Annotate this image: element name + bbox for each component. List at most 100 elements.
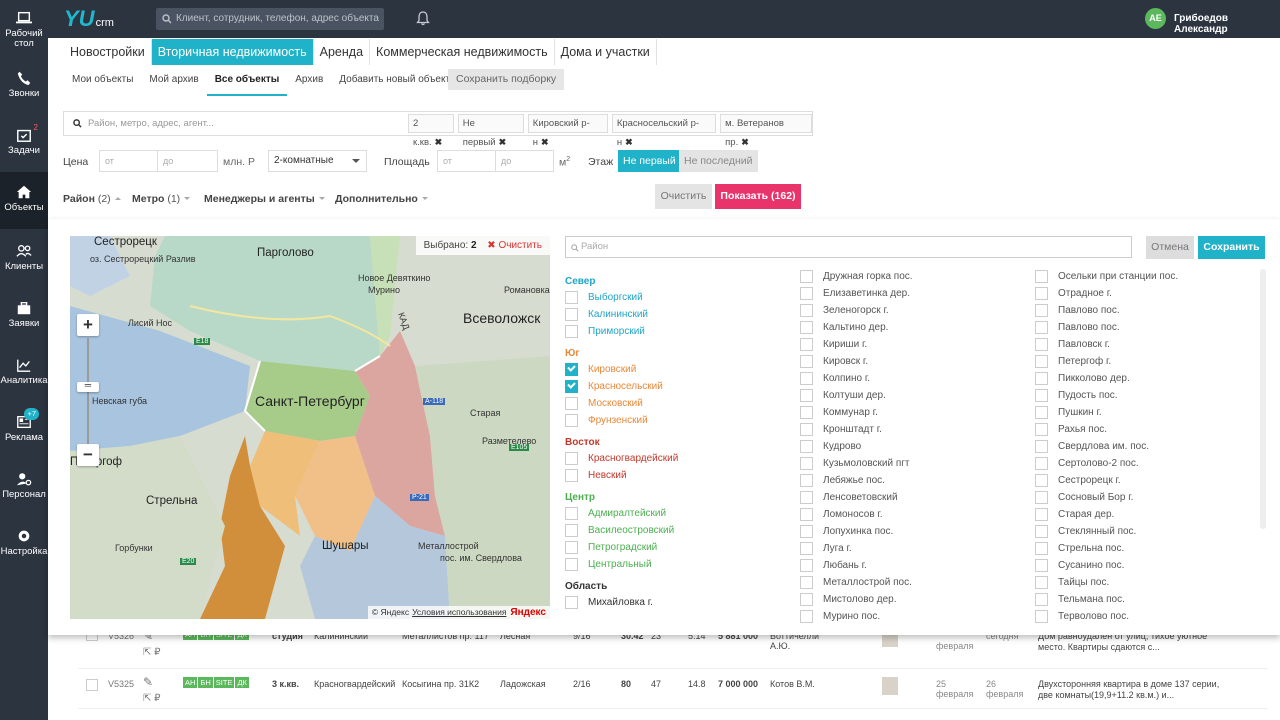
map-clear-button[interactable]: ✖ Очистить	[487, 240, 542, 251]
locality-checkbox[interactable]: Луга г.	[800, 541, 913, 558]
locality-checkbox[interactable]: Рахья пос.	[1035, 422, 1178, 439]
close-icon[interactable]: ✖	[625, 137, 633, 147]
zoom-out-button[interactable]: −	[77, 444, 99, 466]
user-name[interactable]: Грибоедов Александр	[1174, 13, 1280, 35]
locality-checkbox[interactable]: Свердлова им. пос.	[1035, 439, 1178, 456]
locality-checkbox[interactable]: Ленсоветовский	[800, 490, 913, 507]
logo[interactable]: YUcrm	[64, 6, 114, 32]
locality-checkbox[interactable]: Осельки при станции пос.	[1035, 269, 1178, 286]
locality-checkbox[interactable]: Петергоф г.	[1035, 354, 1178, 371]
locality-checkbox[interactable]: Пушкин г.	[1035, 405, 1178, 422]
district-checkbox[interactable]: Адмиралтейский	[565, 506, 678, 523]
locality-checkbox[interactable]: Сусанино пос.	[1035, 558, 1178, 575]
subtab-add-object[interactable]: Добавить новый объект	[331, 70, 458, 96]
locality-checkbox[interactable]: Стрельна пос.	[1035, 541, 1178, 558]
photo-thumbnail[interactable]	[882, 677, 898, 695]
open-icon[interactable]: ⇱ ₽	[143, 693, 161, 704]
locality-checkbox[interactable]: Кировск г.	[800, 354, 913, 371]
close-icon[interactable]: ✖	[435, 137, 443, 147]
area-from-input[interactable]: от	[437, 150, 496, 172]
locality-checkbox[interactable]: Колпино г.	[800, 371, 913, 388]
sidebar-item-3[interactable]: Объекты	[0, 172, 48, 229]
sidebar-item-9[interactable]: Настройка	[0, 522, 48, 579]
filter-chip[interactable]: м. Ветеранов пр. ✖	[720, 114, 812, 148]
bell-icon[interactable]	[416, 11, 430, 26]
sidebar-item-2[interactable]: Задачи 2	[0, 121, 48, 178]
filter-chip[interactable]: Красносельский р-н ✖	[611, 114, 717, 148]
tab-houses[interactable]: Дома и участки	[555, 39, 657, 65]
district-checkbox[interactable]: Приморский	[565, 324, 678, 341]
sidebar-item-0[interactable]: Рабочий стол	[0, 4, 48, 61]
district-checkbox[interactable]: Фрунзенский	[565, 413, 678, 430]
district-checkbox[interactable]: Петроградский	[565, 540, 678, 557]
locality-checkbox[interactable]: Любань г.	[800, 558, 913, 575]
district-checkbox[interactable]: Михайловка г.	[565, 595, 678, 612]
metro-dropdown[interactable]: Метро (1)	[132, 193, 190, 205]
locality-checkbox[interactable]: Отрадное г.	[1035, 286, 1178, 303]
district-dropdown[interactable]: Район (2)	[63, 193, 121, 205]
price-to-input[interactable]: до	[157, 150, 218, 172]
district-checkbox[interactable]: Московский	[565, 396, 678, 413]
district-checkbox[interactable]: Кировский	[565, 362, 678, 379]
scrollbar[interactable]	[1260, 269, 1266, 529]
save-button[interactable]: Сохранить	[1198, 236, 1265, 259]
locality-checkbox[interactable]: Кириши г.	[800, 337, 913, 354]
edit-icon[interactable]: ✎	[143, 675, 153, 689]
locality-checkbox[interactable]: Лопухинка пос.	[800, 524, 913, 541]
locality-checkbox[interactable]: Павлово пос.	[1035, 303, 1178, 320]
district-checkbox[interactable]: Центральный	[565, 557, 678, 574]
district-checkbox[interactable]: Калининский	[565, 307, 678, 324]
district-checkbox[interactable]: Красносельский	[565, 379, 678, 396]
table-row[interactable]: V5326✎⇱ ₽АНБНSITEДКстудияКалининскийМета…	[78, 629, 1268, 669]
tab-rent[interactable]: Аренда	[314, 39, 371, 65]
open-icon[interactable]: ⇱ ₽	[143, 647, 161, 658]
district-checkbox[interactable]: Невский	[565, 468, 678, 485]
area-to-input[interactable]: до	[495, 150, 554, 172]
avatar[interactable]: AE	[1145, 8, 1166, 29]
additional-dropdown[interactable]: Дополнительно	[335, 193, 428, 205]
subtab-my-objects[interactable]: Мои объекты	[64, 70, 141, 96]
sidebar-item-4[interactable]: Клиенты	[0, 237, 48, 294]
tab-secondary[interactable]: Вторичная недвижимость	[151, 39, 314, 65]
save-selection-button[interactable]: Сохранить подборку	[448, 69, 565, 90]
filter-search-input[interactable]: Район, метро, адрес, агент... 2 к.кв. ✖ Не…	[63, 111, 813, 148]
price-from-input[interactable]: от	[99, 150, 158, 172]
sidebar-item-7[interactable]: Реклама +7	[0, 408, 48, 465]
sidebar-item-5[interactable]: Заявки	[0, 294, 48, 351]
subtab-archive[interactable]: Архив	[287, 70, 331, 96]
close-icon[interactable]: ✖	[741, 137, 749, 147]
sidebar-item-1[interactable]: Звонки	[0, 64, 48, 121]
subtab-all-objects[interactable]: Все объекты	[206, 70, 288, 96]
locality-checkbox[interactable]: Мистолово дер.	[800, 592, 913, 609]
locality-checkbox[interactable]: Терволово пос.	[1035, 609, 1178, 626]
locality-checkbox[interactable]: Мурино пос.	[800, 609, 913, 626]
locality-checkbox[interactable]: Ломоносов г.	[800, 507, 913, 524]
locality-checkbox[interactable]: Павловск г.	[1035, 337, 1178, 354]
locality-checkbox[interactable]: Старая дер.	[1035, 507, 1178, 524]
locality-checkbox[interactable]: Лебяжье пос.	[800, 473, 913, 490]
locality-checkbox[interactable]: Колтуши дер.	[800, 388, 913, 405]
locality-checkbox[interactable]: Пикколово дер.	[1035, 371, 1178, 388]
filter-chip[interactable]: 2 к.кв. ✖	[408, 114, 454, 148]
sidebar-item-8[interactable]: Персонал	[0, 465, 48, 522]
filter-chip[interactable]: Кировский р-н ✖	[527, 114, 608, 148]
locality-checkbox[interactable]: Зеленогорск г.	[800, 303, 913, 320]
locality-checkbox[interactable]: Елизаветинка дер.	[800, 286, 913, 303]
locality-checkbox[interactable]: Кронштадт г.	[800, 422, 913, 439]
locality-checkbox[interactable]: Металлострой пос.	[800, 575, 913, 592]
clear-button[interactable]: Очистить	[655, 184, 712, 209]
locality-checkbox[interactable]: Пудость пос.	[1035, 388, 1178, 405]
locality-checkbox[interactable]: Павлово пос.	[1035, 320, 1178, 337]
sidebar-item-6[interactable]: Аналитика	[0, 351, 48, 408]
locality-checkbox[interactable]: Кальтино дер.	[800, 320, 913, 337]
tab-new-buildings[interactable]: Новостройки	[64, 39, 152, 65]
subtab-my-archive[interactable]: Мой архив	[141, 70, 206, 96]
table-row[interactable]: V5325 ✎ ⇱ ₽ АН БН SITE ДК 3 к.кв. Красногвардейс…	[78, 669, 1268, 709]
row-checkbox[interactable]	[86, 679, 98, 691]
locality-checkbox[interactable]: Дружная горка пос.	[800, 269, 913, 286]
locality-checkbox[interactable]: Сосновый Бор г.	[1035, 490, 1178, 507]
locality-checkbox[interactable]: Тельмана пос.	[1035, 592, 1178, 609]
floor-not-last-toggle[interactable]: Не последний	[679, 150, 758, 172]
filter-chip[interactable]: Не первый ✖	[457, 114, 524, 148]
floor-not-first-toggle[interactable]: Не первый	[618, 150, 681, 172]
